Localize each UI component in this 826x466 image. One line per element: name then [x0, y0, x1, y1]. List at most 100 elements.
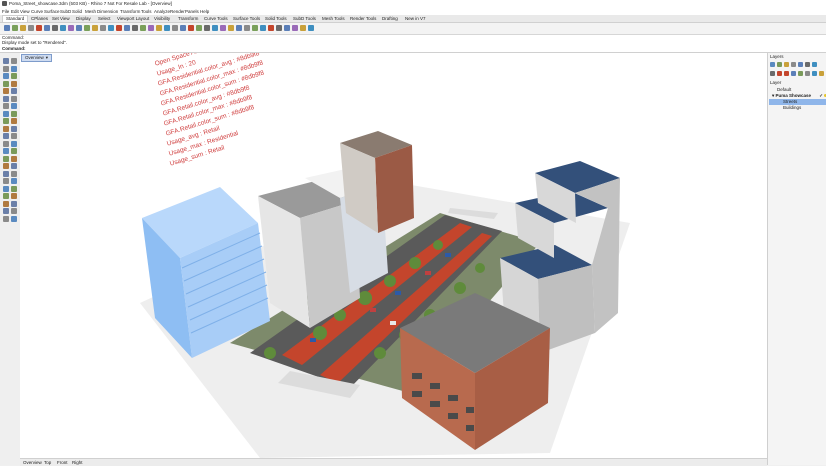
tool-palette-icon[interactable] [3, 80, 9, 87]
tab-standard[interactable]: Standard [2, 15, 29, 22]
tab-render-tools[interactable]: Render Tools [350, 16, 376, 21]
toolbar-command-icon[interactable] [292, 25, 298, 31]
toolbar-command-icon[interactable] [124, 25, 130, 31]
tab-curve-tools[interactable]: Curve Tools [204, 16, 228, 21]
menu-surface[interactable]: Surface [44, 9, 60, 14]
menu-tools[interactable]: Tools [141, 9, 152, 14]
tool-palette-icon[interactable] [3, 118, 9, 124]
toolbar-command-icon[interactable] [100, 25, 106, 31]
tool-palette-icon[interactable] [3, 95, 9, 102]
toolbar-command-icon[interactable] [308, 25, 314, 31]
layer-tool-icon[interactable] [770, 62, 775, 67]
toolbar-command-icon[interactable] [76, 25, 82, 31]
layer-tool-icon[interactable] [784, 62, 789, 67]
tool-palette-icon[interactable] [11, 80, 17, 87]
tool-palette-icon[interactable] [3, 208, 9, 214]
toolbar-command-icon[interactable] [220, 25, 226, 31]
layer-tool-icon[interactable] [791, 71, 796, 76]
tool-palette-icon[interactable] [11, 185, 17, 192]
layer-tool-icon[interactable] [777, 71, 782, 76]
viewport-tab-overview[interactable]: Overview ▾ [21, 54, 53, 62]
toolbar-command-icon[interactable] [164, 25, 170, 31]
layer-tool-icon[interactable] [819, 71, 824, 76]
tool-palette-icon[interactable] [11, 140, 17, 147]
tab-right[interactable]: Right [72, 460, 83, 465]
tool-palette-icon[interactable] [11, 95, 17, 102]
toolbar-command-icon[interactable] [252, 25, 258, 31]
tool-palette-icon[interactable] [11, 215, 17, 222]
toolbar-command-icon[interactable] [28, 25, 34, 31]
tool-palette-icon[interactable] [11, 103, 17, 109]
tool-palette-icon[interactable] [3, 73, 9, 79]
toolbar-command-icon[interactable] [20, 25, 26, 31]
menu-file[interactable]: File [2, 9, 9, 14]
tab-surface-tools[interactable]: Surface Tools [233, 16, 260, 21]
menu-subd[interactable]: SubD [60, 9, 71, 14]
tab-overview[interactable]: Overview [23, 460, 42, 465]
menu-curve[interactable]: Curve [31, 9, 43, 14]
toolbar-command-icon[interactable] [212, 25, 218, 31]
tool-palette-icon[interactable] [11, 58, 17, 64]
toolbar-command-icon[interactable] [140, 25, 146, 31]
tool-palette-icon[interactable] [3, 88, 9, 94]
layer-tool-icon[interactable] [805, 62, 810, 67]
toolbar-command-icon[interactable] [204, 25, 210, 31]
toolbar-command-icon[interactable] [228, 25, 234, 31]
toolbar-command-icon[interactable] [188, 25, 194, 31]
tab-visibility[interactable]: Visibility [154, 16, 170, 21]
tool-palette-icon[interactable] [3, 103, 9, 109]
tool-palette-icon[interactable] [3, 170, 9, 177]
tool-palette-icon[interactable] [3, 65, 9, 72]
tab-cplanes[interactable]: CPlanes [31, 16, 48, 21]
toolbar-command-icon[interactable] [276, 25, 282, 31]
tab-front[interactable]: Front [57, 460, 68, 465]
menu-analyze[interactable]: Analyze [154, 9, 170, 14]
tool-palette-icon[interactable] [3, 215, 9, 222]
tool-palette-icon[interactable] [11, 155, 17, 162]
tool-palette-icon[interactable] [3, 148, 9, 154]
menu-transform[interactable]: Transform [120, 9, 140, 14]
layer-tool-icon[interactable] [812, 62, 817, 67]
toolbar-command-icon[interactable] [172, 25, 178, 31]
tool-palette-icon[interactable] [3, 163, 9, 169]
tool-palette-icon[interactable] [11, 200, 17, 207]
layer-tool-icon[interactable] [805, 71, 810, 76]
tab-new-in-v7[interactable]: New in V7 [405, 16, 426, 21]
tool-palette-icon[interactable] [11, 170, 17, 177]
viewport-overview[interactable]: Open Space Area: 7367.63Usage_In : 20GFA… [20, 53, 767, 458]
tab-transform[interactable]: Transform [178, 16, 198, 21]
toolbar-command-icon[interactable] [36, 25, 42, 31]
tool-palette-icon[interactable] [3, 185, 9, 192]
toolbar-command-icon[interactable] [148, 25, 154, 31]
toolbar-command-icon[interactable] [284, 25, 290, 31]
tool-palette-icon[interactable] [11, 148, 17, 154]
tool-palette-icon[interactable] [3, 133, 9, 139]
layer-tool-icon[interactable] [784, 71, 789, 76]
layer-tool-icon[interactable] [812, 71, 817, 76]
command-prompt[interactable]: Command: [2, 46, 26, 51]
toolbar-command-icon[interactable] [4, 25, 10, 31]
toolbar-command-icon[interactable] [268, 25, 274, 31]
toolbar-command-icon[interactable] [68, 25, 74, 31]
tool-palette-icon[interactable] [3, 178, 9, 184]
layer-tool-icon[interactable] [798, 71, 803, 76]
menu-mesh[interactable]: Mesh [85, 9, 96, 14]
toolbar-command-icon[interactable] [260, 25, 266, 31]
tab-mesh-tools[interactable]: Mesh Tools [322, 16, 345, 21]
tool-palette-icon[interactable] [11, 163, 17, 169]
tab-solid-tools[interactable]: Solid Tools [265, 16, 287, 21]
toolbar-command-icon[interactable] [108, 25, 114, 31]
tool-palette-icon[interactable] [11, 73, 17, 79]
tab-display[interactable]: Display [76, 16, 91, 21]
tool-palette-icon[interactable] [3, 200, 9, 207]
layer-tool-icon[interactable] [791, 62, 796, 67]
chevron-down-icon[interactable]: ▾ [772, 93, 774, 98]
tool-palette-icon[interactable] [11, 65, 17, 72]
toolbar-command-icon[interactable] [84, 25, 90, 31]
toolbar-command-icon[interactable] [236, 25, 242, 31]
toolbar-command-icon[interactable] [12, 25, 18, 31]
layer-tool-icon[interactable] [798, 62, 803, 67]
menu-dimension[interactable]: Dimension [97, 9, 118, 14]
tool-palette-icon[interactable] [11, 110, 17, 117]
tool-palette-icon[interactable] [3, 155, 9, 162]
